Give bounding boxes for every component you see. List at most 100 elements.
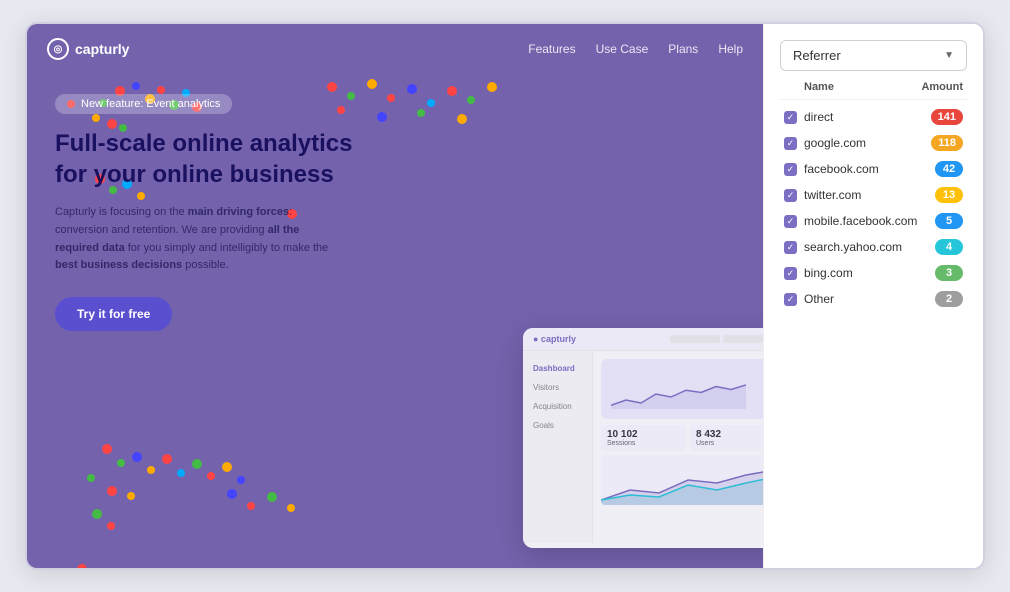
checkmark-icon: ✓ (787, 243, 795, 252)
dash-main: 10 102 Sessions 8 432 Users (593, 351, 763, 543)
decorative-dot (127, 492, 135, 500)
dash-stats: 10 102 Sessions 8 432 Users (601, 425, 763, 451)
dashboard-mockup: ● capturly Dashboard Visitors Acquisitio… (523, 328, 763, 548)
decorative-dot (117, 459, 125, 467)
website-panel: ◎ capturly Features Use Case Plans Help … (27, 24, 763, 568)
dash-menu-goals: Goals (523, 416, 592, 435)
checkbox-icon: ✓ (784, 241, 797, 254)
decorative-dot (147, 466, 155, 474)
row-checkbox[interactable]: ✓ (784, 137, 804, 150)
table-row[interactable]: ✓ direct 141 (780, 104, 967, 130)
nav-plans[interactable]: Plans (668, 42, 698, 56)
table-row[interactable]: ✓ bing.com 3 (780, 260, 967, 286)
dropdown-label: Referrer (793, 48, 841, 63)
site-logo: ◎ capturly (47, 38, 129, 60)
amount-badge: 2 (935, 291, 963, 307)
table-body: ✓ direct 141 ✓ google.com 118 ✓ facebook… (780, 104, 967, 312)
dash-stat-sessions-label: Sessions (607, 440, 680, 447)
checkbox-icon: ✓ (784, 137, 797, 150)
row-checkbox[interactable]: ✓ (784, 293, 804, 306)
decorative-dot (267, 492, 277, 502)
dash-chart-svg (611, 379, 746, 409)
referrer-dropdown[interactable]: Referrer ▼ (780, 40, 967, 71)
main-frame: ◎ capturly Features Use Case Plans Help … (25, 22, 985, 570)
row-checkbox[interactable]: ✓ (784, 189, 804, 202)
hero-title: Full-scale online analytics for your onl… (55, 128, 355, 190)
checkmark-icon: ✓ (787, 191, 795, 200)
decorative-dot (177, 469, 185, 477)
dash-stat-sessions-value: 10 102 (607, 429, 680, 440)
nav-usecase[interactable]: Use Case (596, 42, 649, 56)
right-panel: Referrer ▼ Name Amount ✓ direct 141 ✓ (763, 24, 983, 568)
amount-badge: 141 (931, 109, 963, 125)
dash-body: Dashboard Visitors Acquisition Goals (523, 351, 763, 543)
amount-badge: 42 (935, 161, 963, 177)
checkmark-icon: ✓ (787, 269, 795, 278)
checkmark-icon: ✓ (787, 217, 795, 226)
amount-badge: 4 (935, 239, 963, 255)
amount-badge: 5 (935, 213, 963, 229)
table-row[interactable]: ✓ twitter.com 13 (780, 182, 967, 208)
amount-badge: 118 (931, 135, 963, 151)
checkmark-icon: ✓ (787, 113, 795, 122)
dash-menu-dashboard: Dashboard (523, 359, 592, 378)
table-row[interactable]: ✓ facebook.com 42 (780, 156, 967, 182)
row-checkbox[interactable]: ✓ (784, 163, 804, 176)
checkmark-icon: ✓ (787, 295, 795, 304)
logo-text: capturly (75, 41, 129, 57)
checkbox-icon: ✓ (784, 189, 797, 202)
table-row[interactable]: ✓ Other 2 (780, 286, 967, 312)
decorative-dot (87, 474, 95, 482)
nav-features[interactable]: Features (528, 42, 575, 56)
hero-description: Capturly is focusing on the main driving… (55, 204, 335, 274)
row-name: mobile.facebook.com (804, 214, 935, 228)
row-checkbox[interactable]: ✓ (784, 111, 804, 124)
dash-chart (601, 359, 763, 419)
decorative-dot (107, 486, 117, 496)
decorative-dot (92, 509, 102, 519)
logo-icon: ◎ (47, 38, 69, 60)
table-row[interactable]: ✓ google.com 118 (780, 130, 967, 156)
table-row[interactable]: ✓ search.yahoo.com 4 (780, 234, 967, 260)
table-row[interactable]: ✓ mobile.facebook.com 5 (780, 208, 967, 234)
row-checkbox[interactable]: ✓ (784, 241, 804, 254)
decorative-dot (247, 502, 255, 510)
dash-logo: ● capturly (533, 334, 576, 344)
decorative-dot (287, 504, 295, 512)
feature-badge: New feature: Event analytics (55, 94, 232, 114)
row-checkbox[interactable]: ✓ (784, 267, 804, 280)
row-name: direct (804, 110, 931, 124)
row-name: twitter.com (804, 188, 935, 202)
decorative-dot (107, 522, 115, 530)
decorative-dot (227, 489, 237, 499)
checkbox-icon: ✓ (784, 111, 797, 124)
decorative-dot (162, 454, 172, 464)
dash-sidebar: Dashboard Visitors Acquisition Goals (523, 351, 593, 543)
amount-badge: 13 (935, 187, 963, 203)
dash-menu-acquisition: Acquisition (523, 397, 592, 416)
decorative-dot (132, 452, 142, 462)
nav-help[interactable]: Help (718, 42, 743, 56)
cta-button[interactable]: Try it for free (55, 297, 172, 331)
badge-text: New feature: Event analytics (81, 98, 220, 110)
nav-links: Features Use Case Plans Help (528, 42, 743, 56)
checkbox-icon: ✓ (784, 215, 797, 228)
decorative-dot (102, 444, 112, 454)
amount-badge: 3 (935, 265, 963, 281)
table-header: Name Amount (780, 81, 967, 100)
decorative-dot (192, 459, 202, 469)
header-name-col: Name (804, 81, 921, 93)
site-nav: ◎ capturly Features Use Case Plans Help (27, 24, 763, 74)
checkbox-icon: ✓ (784, 293, 797, 306)
dash-stat-users-label: Users (696, 440, 763, 447)
dropdown-arrow-icon: ▼ (944, 50, 954, 61)
dash-stat-users-value: 8 432 (696, 429, 763, 440)
hero-content: New feature: Event analytics Full-scale … (27, 74, 763, 351)
checkmark-icon: ✓ (787, 165, 795, 174)
referrer-table: Name Amount ✓ direct 141 ✓ google.com 11… (780, 81, 967, 552)
dash-area-chart (601, 455, 763, 505)
row-name: bing.com (804, 266, 935, 280)
row-name: Other (804, 292, 935, 306)
row-checkbox[interactable]: ✓ (784, 215, 804, 228)
dash-stat-sessions: 10 102 Sessions (601, 425, 686, 451)
